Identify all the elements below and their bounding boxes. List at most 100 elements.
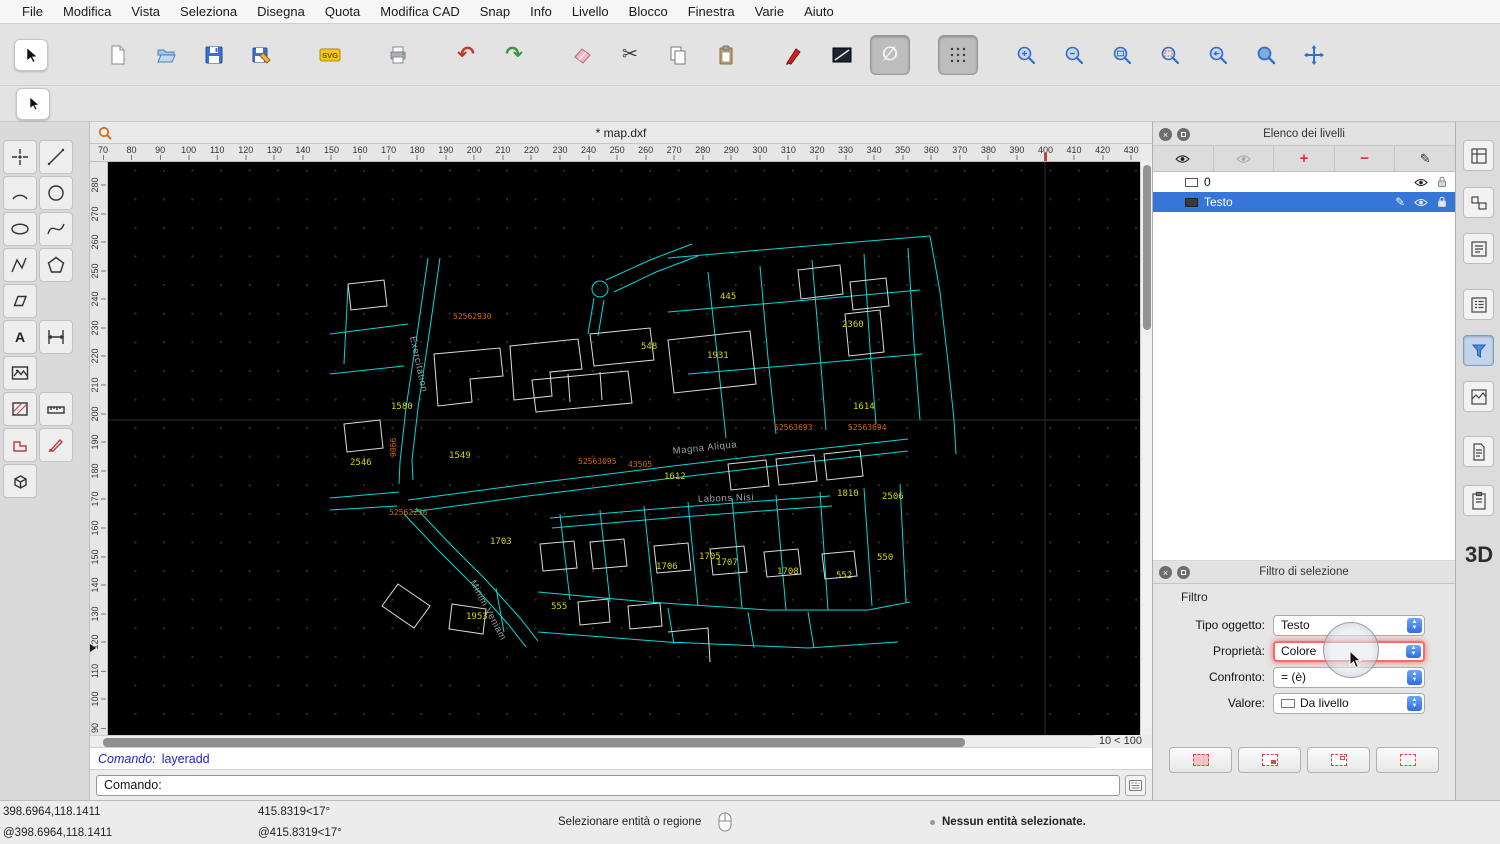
3d-mode-label[interactable]: 3D <box>1465 542 1493 568</box>
add-layer-button[interactable]: + <box>1274 146 1335 171</box>
redo-button[interactable]: ↷ <box>494 35 534 75</box>
close-icon[interactable]: × <box>1159 566 1172 579</box>
menu-item-seleziona[interactable]: Seleziona <box>170 4 247 19</box>
tool-circle[interactable] <box>39 176 73 210</box>
menu-item-vista[interactable]: Vista <box>121 4 170 19</box>
drawing-canvas[interactable]: 445 2360 548 1931 1614 1580 2546 1549 1612 1810 25… <box>108 162 1140 735</box>
pencil-icon[interactable]: ✎ <box>1395 196 1405 208</box>
tool-text[interactable]: A <box>3 320 37 354</box>
zoom-out-button[interactable] <box>1054 35 1094 75</box>
stepper-icon[interactable]: ▲ ▼ <box>1407 617 1422 633</box>
no-fill-button[interactable]: ∅ <box>870 34 910 75</box>
cut-button[interactable]: ✂ <box>610 35 650 75</box>
menu-item-varie[interactable]: Varie <box>745 4 794 19</box>
zoom-previous-button[interactable] <box>1198 35 1238 75</box>
close-icon[interactable]: × <box>1159 128 1172 141</box>
open-file-button[interactable] <box>146 35 186 75</box>
stepper-icon[interactable]: ▲ ▼ <box>1407 669 1422 685</box>
menu-item-file[interactable]: File <box>12 4 53 19</box>
layer-row-testo[interactable]: Testo ✎ <box>1153 192 1455 212</box>
tool-ellipse[interactable] <box>3 212 37 246</box>
stepper-icon[interactable]: ▲ ▼ <box>1407 695 1422 711</box>
scrollbar-thumb[interactable] <box>1143 165 1151 330</box>
zoom-selection-button[interactable] <box>1150 35 1190 75</box>
panel-toggle-properties[interactable] <box>1463 140 1494 171</box>
paste-button[interactable] <box>706 35 746 75</box>
edit-layer-button[interactable]: ✎ <box>1395 146 1455 171</box>
panel-toggle-views[interactable] <box>1463 381 1494 412</box>
comparison-dropdown[interactable]: = (è) ▲ ▼ <box>1273 666 1425 688</box>
tool-hatch-boundary[interactable] <box>3 284 37 318</box>
menu-item-livello[interactable]: Livello <box>562 4 619 19</box>
grid-toggle-button[interactable] <box>938 34 978 75</box>
lock-icon[interactable] <box>1437 176 1447 188</box>
save-button[interactable] <box>194 35 234 75</box>
menu-item-modifica-cad[interactable]: Modifica CAD <box>370 4 469 19</box>
delete-button[interactable] <box>562 35 602 75</box>
menu-item-aiuto[interactable]: Aiuto <box>794 4 844 19</box>
pan-button[interactable] <box>1294 35 1334 75</box>
menu-item-disegna[interactable]: Disegna <box>247 4 315 19</box>
selection-mode-button[interactable] <box>16 87 50 120</box>
panel-toggle-layer-list[interactable] <box>1463 289 1494 320</box>
layer-row-0[interactable]: 0 <box>1153 172 1455 192</box>
eye-icon[interactable] <box>1414 178 1428 187</box>
tool-measure[interactable] <box>39 392 73 426</box>
pen-attributes-button[interactable] <box>774 35 814 75</box>
property-dropdown[interactable]: Colore ▲ ▼ <box>1273 640 1425 662</box>
save-as-button[interactable] <box>242 35 282 75</box>
eye-icon[interactable] <box>1414 198 1428 207</box>
menu-item-snap[interactable]: Snap <box>470 4 520 19</box>
stepper-icon[interactable]: ▲ ▼ <box>1406 644 1421 658</box>
tool-point[interactable] <box>3 140 37 174</box>
vertical-scrollbar[interactable] <box>1140 162 1152 735</box>
select-matching-button[interactable] <box>1169 747 1232 773</box>
menu-item-blocco[interactable]: Blocco <box>619 4 678 19</box>
print-button[interactable] <box>378 35 418 75</box>
clear-selection-button[interactable] <box>1376 747 1439 773</box>
scrollbar-thumb[interactable] <box>103 738 965 747</box>
tool-arc[interactable] <box>3 176 37 210</box>
panel-toggle-library[interactable] <box>1463 233 1494 264</box>
tool-line[interactable] <box>39 140 73 174</box>
menu-item-info[interactable]: Info <box>520 4 562 19</box>
new-file-button[interactable] <box>98 35 138 75</box>
zoom-auto-button[interactable] <box>1102 35 1142 75</box>
tool-polyline[interactable] <box>3 248 37 282</box>
copy-button[interactable] <box>658 35 698 75</box>
tool-3d-box[interactable] <box>3 464 37 498</box>
command-input[interactable]: Comando: <box>96 774 1120 796</box>
hide-all-layers-button[interactable] <box>1214 146 1275 171</box>
remove-from-selection-button[interactable] <box>1307 747 1370 773</box>
menu-item-quota[interactable]: Quota <box>315 4 370 19</box>
panel-toggle-selection-filter[interactable] <box>1463 335 1494 366</box>
detach-panel-icon[interactable] <box>1177 128 1190 141</box>
panel-toggle-clipboard[interactable] <box>1463 485 1494 516</box>
line-attributes-button[interactable] <box>822 35 862 75</box>
menu-item-modifica[interactable]: Modifica <box>53 4 121 19</box>
tool-hatch[interactable] <box>3 392 37 426</box>
tool-dimension[interactable] <box>39 320 73 354</box>
remove-layer-button[interactable]: − <box>1335 146 1396 171</box>
menu-item-finestra[interactable]: Finestra <box>678 4 745 19</box>
tool-modify[interactable] <box>3 428 37 462</box>
document-tab[interactable]: * map.dxf <box>90 122 1152 144</box>
show-all-layers-button[interactable] <box>1153 146 1214 171</box>
lock-icon[interactable] <box>1437 196 1447 208</box>
undo-button[interactable]: ↶ <box>446 35 486 75</box>
horizontal-scrollbar[interactable] <box>90 735 1095 748</box>
svg-export-button[interactable]: SVG <box>310 35 350 75</box>
panel-toggle-blocks[interactable] <box>1463 187 1494 218</box>
select-tool-button[interactable] <box>14 38 48 71</box>
tool-trim[interactable] <box>39 428 73 462</box>
detach-panel-icon[interactable] <box>1177 566 1190 579</box>
zoom-in-button[interactable] <box>1006 35 1046 75</box>
tool-spline[interactable] <box>39 212 73 246</box>
panel-toggle-command-history[interactable] <box>1463 436 1494 467</box>
tool-image[interactable] <box>3 356 37 390</box>
object-type-dropdown[interactable]: Testo ▲ ▼ <box>1273 614 1425 636</box>
tool-polygon[interactable] <box>39 248 73 282</box>
value-dropdown[interactable]: Da livello ▲ ▼ <box>1273 692 1425 714</box>
command-options-button[interactable] <box>1125 774 1146 796</box>
add-to-selection-button[interactable] <box>1238 747 1301 773</box>
